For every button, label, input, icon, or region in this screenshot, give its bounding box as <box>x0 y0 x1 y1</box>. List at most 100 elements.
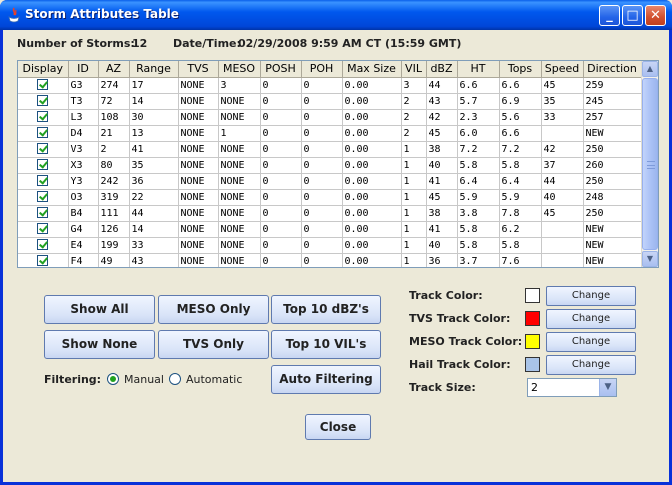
scroll-thumb[interactable] <box>642 78 658 250</box>
table-cell: 1 <box>401 221 427 238</box>
close-button[interactable]: Close <box>305 414 371 440</box>
title-bar[interactable]: Storm Attributes Table _ □ ✕ <box>0 0 672 30</box>
table-cell: 0 <box>260 141 302 158</box>
display-checkbox[interactable] <box>37 207 49 219</box>
display-checkbox[interactable] <box>37 175 49 187</box>
display-checkbox[interactable] <box>37 159 49 171</box>
display-cell[interactable] <box>18 109 69 126</box>
table-cell: 0 <box>301 253 343 267</box>
column-header[interactable]: Tops <box>499 61 542 78</box>
display-cell[interactable] <box>18 189 69 206</box>
manual-radio-label[interactable]: Manual <box>124 373 164 386</box>
column-header[interactable]: POH <box>301 61 343 78</box>
table-cell: NEW <box>583 221 642 238</box>
display-cell[interactable] <box>18 221 69 238</box>
display-checkbox[interactable] <box>37 223 49 235</box>
table-cell: G4 <box>68 221 99 238</box>
display-checkbox[interactable] <box>37 111 49 123</box>
column-header[interactable]: Direction <box>583 61 642 78</box>
top10-vil-button[interactable]: Top 10 VIL's <box>271 330 381 359</box>
show-all-button[interactable]: Show All <box>44 295 155 324</box>
automatic-radio[interactable] <box>169 373 181 385</box>
meso-only-button[interactable]: MESO Only <box>158 295 269 324</box>
display-checkbox[interactable] <box>37 127 49 139</box>
table-cell: NEW <box>583 237 642 254</box>
table-cell: 245 <box>583 93 642 110</box>
tvs-only-button[interactable]: TVS Only <box>158 330 269 359</box>
display-cell[interactable] <box>18 93 69 110</box>
column-header[interactable]: Display <box>18 61 69 78</box>
table-cell: 0 <box>301 141 343 158</box>
table-cell: 40 <box>426 237 458 254</box>
top10-dbz-button[interactable]: Top 10 dBZ's <box>271 295 381 324</box>
chevron-down-icon[interactable]: ▼ <box>599 379 616 396</box>
table-cell: 250 <box>583 205 642 222</box>
close-window-button[interactable]: ✕ <box>645 5 666 26</box>
scroll-up-icon[interactable]: ▲ <box>642 61 658 77</box>
table-cell: NONE <box>178 93 219 110</box>
column-header[interactable]: Range <box>129 61 179 78</box>
display-checkbox[interactable] <box>37 95 49 107</box>
display-cell[interactable] <box>18 253 69 267</box>
table-cell: 45 <box>541 77 584 94</box>
table-row[interactable]: Y3 242 36 NONE NONE 0 0 0.00 1 41 6.4 6.4 44 250 <box>18 173 642 190</box>
table-row[interactable]: F4 49 43 NONE NONE 0 0 0.00 1 36 3.7 7.6 NEW <box>18 253 642 267</box>
table-row[interactable]: E4 199 33 NONE NONE 0 0 0.00 1 40 5.8 5.8 NEW <box>18 237 642 254</box>
automatic-radio-label[interactable]: Automatic <box>186 373 242 386</box>
column-header[interactable]: VIL <box>401 61 427 78</box>
table-cell: 41 <box>426 173 458 190</box>
vertical-scrollbar[interactable]: ▲ ▼ <box>641 61 658 267</box>
table-cell: 37 <box>541 157 584 174</box>
table-row[interactable]: L3 108 30 NONE NONE 0 0 0.00 2 42 2.3 5.6 33 257 <box>18 109 642 126</box>
minimize-button[interactable]: _ <box>599 5 620 26</box>
track-color-change-button[interactable]: Change <box>546 286 636 306</box>
table-cell: 45 <box>426 125 458 142</box>
display-checkbox[interactable] <box>37 191 49 203</box>
show-none-button[interactable]: Show None <box>44 330 155 359</box>
table-row[interactable]: G4 126 14 NONE NONE 0 0 0.00 1 41 5.8 6.2 NEW <box>18 221 642 238</box>
table-row[interactable]: T3 72 14 NONE NONE 0 0 0.00 2 43 5.7 6.9 35 245 <box>18 93 642 110</box>
table-cell: 257 <box>583 109 642 126</box>
auto-filtering-button[interactable]: Auto Filtering <box>271 365 381 394</box>
table-row[interactable]: G3 274 17 NONE 3 0 0 0.00 3 44 6.6 6.6 45 259 <box>18 77 642 94</box>
table-cell: 199 <box>98 237 130 254</box>
column-header[interactable]: Speed <box>541 61 584 78</box>
display-cell[interactable] <box>18 141 69 158</box>
manual-radio[interactable] <box>107 373 119 385</box>
display-cell[interactable] <box>18 173 69 190</box>
column-header[interactable]: AZ <box>98 61 130 78</box>
column-header[interactable]: MESO <box>218 61 261 78</box>
display-checkbox[interactable] <box>37 143 49 155</box>
display-cell[interactable] <box>18 77 69 94</box>
table-cell: 33 <box>129 237 179 254</box>
table-row[interactable]: O3 319 22 NONE NONE 0 0 0.00 1 45 5.9 5.9 40 248 <box>18 189 642 206</box>
table-cell: 6.0 <box>457 125 500 142</box>
column-header[interactable]: dBZ <box>426 61 458 78</box>
display-cell[interactable] <box>18 125 69 142</box>
display-checkbox[interactable] <box>37 239 49 251</box>
table-row[interactable]: D4 21 13 NONE 1 0 0 0.00 2 45 6.0 6.6 NEW <box>18 125 642 142</box>
display-cell[interactable] <box>18 205 69 222</box>
meso-track-color-change-button[interactable]: Change <box>546 332 636 352</box>
display-checkbox[interactable] <box>37 79 49 91</box>
column-header[interactable]: ID <box>68 61 99 78</box>
column-header[interactable]: Max Size <box>342 61 402 78</box>
table-cell: 38 <box>426 205 458 222</box>
table-row[interactable]: B4 111 44 NONE NONE 0 0 0.00 1 38 3.8 7.8 45 250 <box>18 205 642 222</box>
display-cell[interactable] <box>18 237 69 254</box>
table-cell: NONE <box>218 221 261 238</box>
track-size-select[interactable]: 2 ▼ <box>527 378 617 397</box>
storm-table[interactable]: Display ID AZ Range TVS MESO POSH POH Max Size VI… <box>17 60 659 268</box>
display-cell[interactable] <box>18 157 69 174</box>
column-header[interactable]: TVS <box>178 61 219 78</box>
column-header[interactable]: POSH <box>260 61 302 78</box>
maximize-button[interactable]: □ <box>622 5 643 26</box>
tvs-track-color-change-button[interactable]: Change <box>546 309 636 329</box>
scroll-down-icon[interactable]: ▼ <box>642 251 658 267</box>
display-checkbox[interactable] <box>37 255 49 267</box>
hail-track-color-change-button[interactable]: Change <box>546 355 636 375</box>
table-cell: 5.9 <box>457 189 500 206</box>
table-row[interactable]: V3 2 41 NONE NONE 0 0 0.00 1 38 7.2 7.2 42 250 <box>18 141 642 158</box>
column-header[interactable]: HT <box>457 61 500 78</box>
table-row[interactable]: X3 80 35 NONE NONE 0 0 0.00 1 40 5.8 5.8 37 260 <box>18 157 642 174</box>
